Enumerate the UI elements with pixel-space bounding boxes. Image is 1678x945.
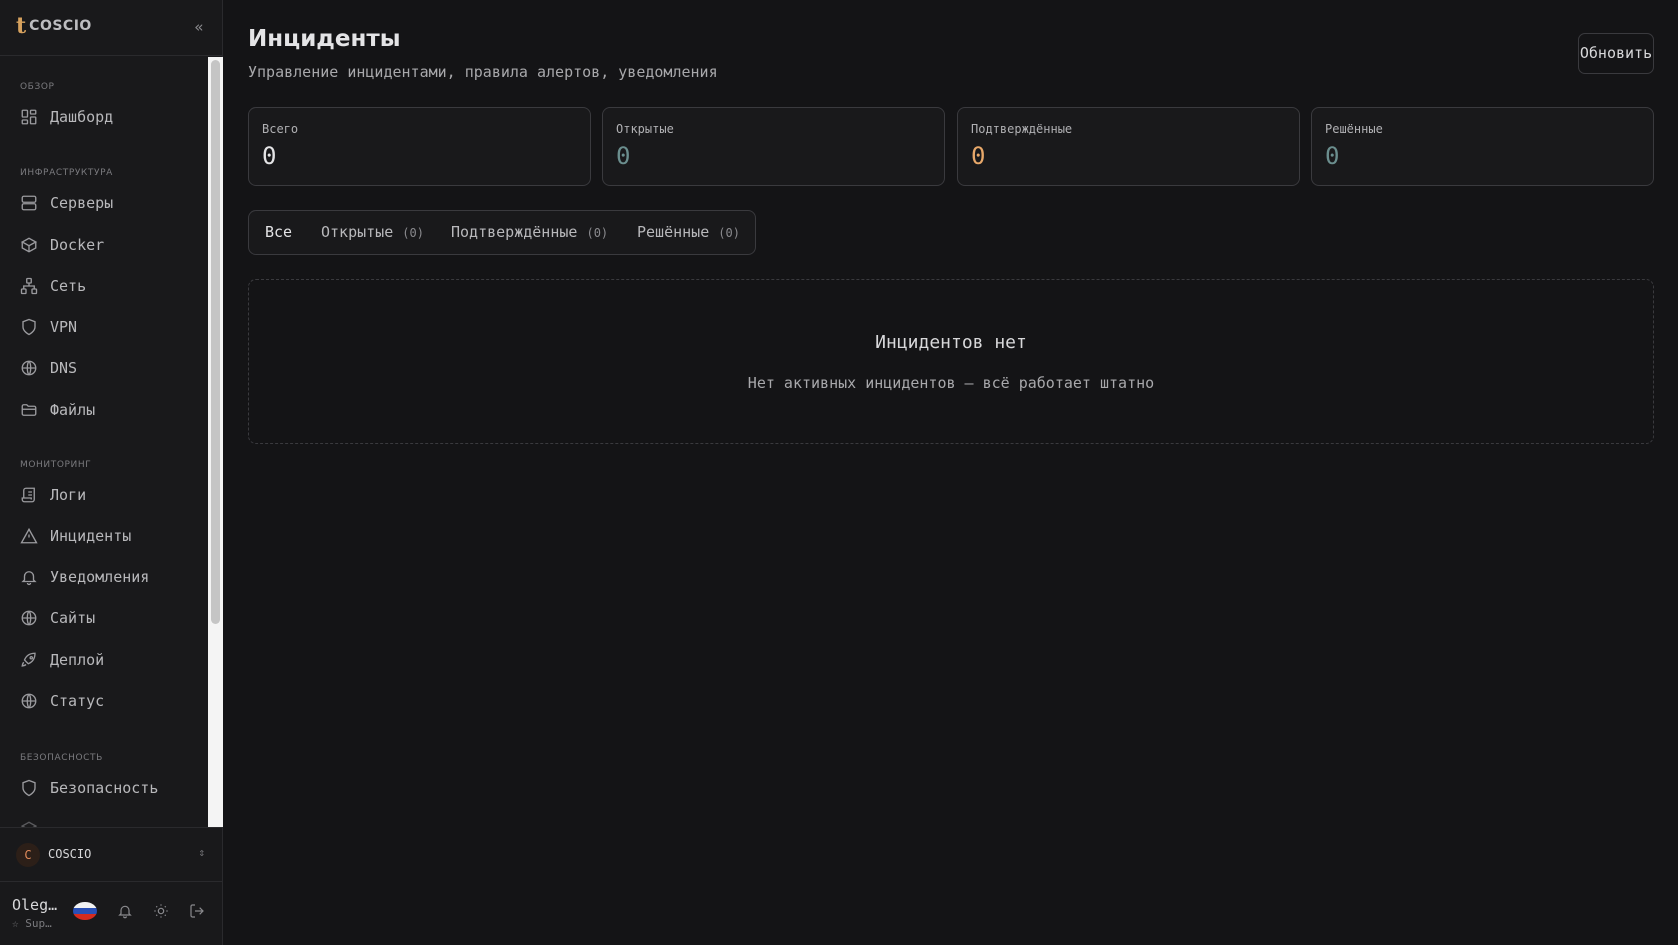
sidebar: t COSCIO « ОБЗОР Дашборд ИНФРАСТРУКТУРА …	[0, 0, 223, 945]
sidebar-item-label: Дашборд	[50, 108, 114, 126]
section-title-infrastructure: ИНФРАСТРУКТУРА	[20, 168, 113, 178]
sidebar-item-label: Деплой	[50, 651, 105, 669]
sidebar-item-label: Безопасность	[50, 779, 159, 797]
sidebar-item-incidents[interactable]: Инциденты	[0, 518, 208, 554]
dashboard-icon	[20, 108, 38, 126]
org-name: COSCIO	[48, 847, 92, 861]
logo-bar: t COSCIO «	[0, 0, 223, 56]
sidebar-item-vpn[interactable]: VPN	[0, 309, 208, 345]
section-title-security: БЕЗОПАСНОСТЬ	[20, 753, 103, 763]
sidebar-item-label: Серверы	[50, 194, 114, 212]
sidebar-item-dns[interactable]: DNS	[0, 350, 208, 386]
tab-acknowledged[interactable]: Подтверждённые (0)	[451, 223, 608, 241]
stat-value: 0	[971, 142, 986, 170]
sidebar-item-label: Docker	[50, 236, 105, 254]
refresh-button[interactable]: Обновить	[1578, 33, 1654, 74]
tab-label: Открытые	[321, 223, 394, 241]
sidebar-scrollbar-thumb[interactable]	[211, 60, 220, 624]
stat-value: 0	[1325, 142, 1340, 170]
stat-card-acknowledged: Подтверждённые 0	[957, 107, 1300, 186]
sidebar-item-files[interactable]: Файлы	[0, 392, 208, 428]
globe-icon	[20, 359, 38, 377]
server-icon	[20, 194, 38, 212]
sidebar-item-label: Инциденты	[50, 527, 132, 545]
stat-card-resolved: Решённые 0	[1311, 107, 1654, 186]
sidebar-item-partial[interactable]	[0, 811, 208, 827]
sidebar-item-sites[interactable]: Сайты	[0, 600, 208, 636]
sidebar-item-deploy[interactable]: Деплой	[0, 642, 208, 678]
sidebar-item-label: Уведомления	[50, 568, 150, 586]
tab-all[interactable]: Все	[265, 223, 292, 241]
logo-text: COSCIO	[29, 18, 92, 34]
sun-icon[interactable]	[153, 903, 169, 919]
sidebar-item-network[interactable]: Сеть	[0, 268, 208, 304]
logo[interactable]: t COSCIO	[16, 14, 92, 38]
app-root: t COSCIO « ОБЗОР Дашборд ИНФРАСТРУКТУРА …	[0, 0, 1678, 945]
empty-state-subtitle: Нет активных инцидентов — всё работает ш…	[747, 374, 1155, 392]
box-icon	[20, 820, 38, 827]
tab-count: (0)	[586, 226, 609, 240]
stat-card-total: Всего 0	[248, 107, 591, 186]
shield-icon	[20, 318, 38, 336]
stat-value: 0	[262, 142, 277, 170]
sidebar-item-security[interactable]: Безопасность	[0, 770, 208, 806]
tab-label: Все	[265, 223, 293, 241]
sidebar-item-dashboard[interactable]: Дашборд	[0, 99, 208, 135]
language-flag-icon[interactable]	[73, 902, 97, 920]
user-role: ☆ Sup…	[12, 917, 52, 930]
tab-label: Решённые	[637, 223, 710, 241]
folder-icon	[20, 401, 38, 419]
sidebar-item-label: Файлы	[50, 401, 96, 419]
section-title-monitoring: МОНИТОРИНГ	[20, 460, 92, 470]
alert-triangle-icon	[20, 527, 38, 545]
sidebar-item-label: DNS	[50, 359, 78, 377]
sidebar-item-logs[interactable]: Логи	[0, 477, 208, 513]
globe-icon	[20, 609, 38, 627]
sidebar-item-docker[interactable]: Docker	[0, 227, 208, 263]
rocket-icon	[20, 651, 38, 669]
sidebar-nav: ОБЗОР Дашборд ИНФРАСТРУКТУРА Серверы Doc…	[0, 57, 208, 827]
sidebar-item-label: Логи	[50, 486, 87, 504]
page-title: Инциденты	[248, 26, 401, 52]
network-icon	[20, 277, 38, 295]
section-title-overview: ОБЗОР	[20, 82, 55, 92]
sidebar-item-servers[interactable]: Серверы	[0, 185, 208, 221]
sidebar-item-notifications[interactable]: Уведомления	[0, 559, 208, 595]
stat-label: Открытые	[616, 122, 674, 136]
sidebar-item-status[interactable]: Статус	[0, 683, 208, 719]
chevrons-up-down-icon: ⇕	[198, 846, 205, 859]
incident-filter-tabs: Все Открытые (0) Подтверждённые (0) Решё…	[248, 210, 756, 255]
tab-resolved[interactable]: Решённые (0)	[637, 223, 740, 241]
bell-icon	[20, 568, 38, 586]
empty-state: Инцидентов нет Нет активных инцидентов —…	[248, 279, 1654, 444]
stat-label: Решённые	[1325, 122, 1383, 136]
bell-icon[interactable]	[117, 903, 133, 919]
tab-count: (0)	[402, 226, 424, 240]
globe-icon	[20, 692, 38, 710]
stat-card-open: Открытые 0	[602, 107, 945, 186]
tab-open[interactable]: Открытые (0)	[321, 223, 424, 241]
org-switcher[interactable]: C COSCIO ⇕	[0, 827, 223, 882]
collapse-sidebar-icon[interactable]: «	[189, 17, 209, 37]
logout-icon[interactable]	[189, 903, 205, 919]
org-avatar: C	[16, 843, 40, 867]
tab-label: Подтверждённые	[451, 223, 578, 241]
user-role-label: Sup…	[25, 917, 52, 930]
page-subtitle: Управление инцидентами, правила алертов,…	[248, 63, 718, 81]
sidebar-item-label: Сайты	[50, 609, 96, 627]
user-name[interactable]: Oleg…	[12, 896, 57, 914]
scroll-icon	[20, 486, 38, 504]
user-bar: Oleg… ☆ Sup…	[0, 882, 223, 945]
stat-value: 0	[616, 142, 631, 170]
sidebar-item-label: Сеть	[50, 277, 87, 295]
sidebar-item-label: Статус	[50, 692, 105, 710]
empty-state-title: Инцидентов нет	[875, 332, 1027, 353]
stat-label: Всего	[262, 122, 299, 136]
tab-count: (0)	[718, 226, 740, 240]
box-icon	[20, 236, 38, 254]
shield-icon	[20, 779, 38, 797]
stat-label: Подтверждённые	[971, 122, 1073, 136]
logo-mark: t	[16, 13, 27, 39]
sidebar-item-label: VPN	[50, 318, 78, 336]
